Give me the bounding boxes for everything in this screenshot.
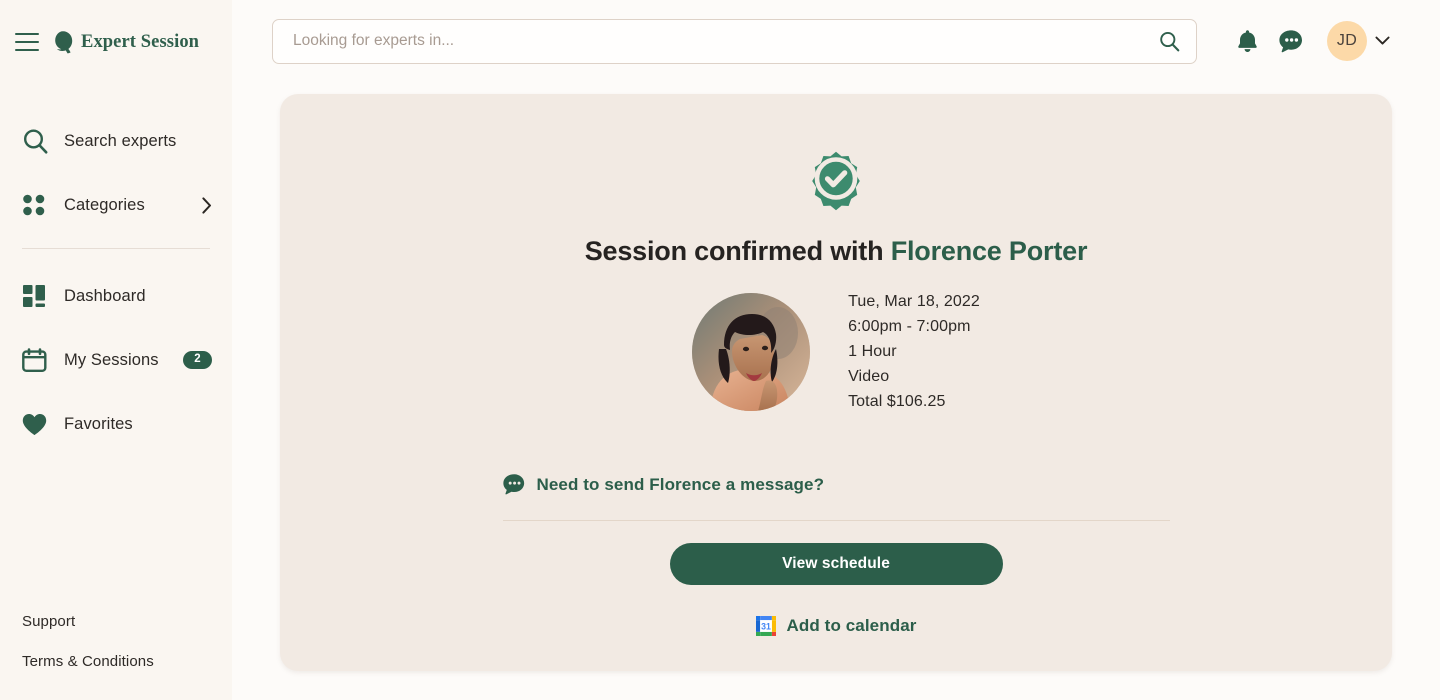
search-submit-button[interactable] [1154, 26, 1184, 56]
session-summary: Tue, Mar 18, 2022 6:00pm - 7:00pm 1 Hour… [692, 293, 980, 411]
top-bar: JD [232, 0, 1440, 82]
sidebar-item-label: Favorites [64, 414, 133, 433]
card-title-prefix: Session confirmed with [584, 236, 891, 266]
expert-name: Florence Porter [890, 236, 1088, 266]
add-to-calendar-link[interactable]: 31 Add to calendar [755, 616, 917, 636]
expert-session-q-mark-icon [55, 31, 73, 54]
google-calendar-icon: 31 [755, 616, 776, 636]
sidebar-item-dashboard[interactable]: Dashboard [0, 275, 232, 317]
expert-avatar-photo [692, 293, 811, 411]
main-content: JD Session confirmed with Florence Porte… [232, 0, 1440, 700]
session-duration: 1 Hour [848, 343, 897, 360]
top-bar-actions: JD [1225, 19, 1390, 63]
sidebar-item-search-experts[interactable]: Search experts [0, 120, 232, 162]
view-schedule-button[interactable]: View schedule [669, 543, 1003, 585]
send-message-label: Need to send Florence a message? [536, 474, 825, 494]
session-details: Tue, Mar 18, 2022 6:00pm - 7:00pm 1 Hour… [848, 293, 980, 411]
message-link-row: Need to send Florence a message? [502, 441, 1170, 496]
hamburger-menu-icon[interactable] [14, 29, 40, 55]
chat-bubble-icon [502, 474, 524, 495]
terms-and-conditions-link[interactable]: Terms & Conditions [22, 653, 232, 670]
status-badge: 2 [183, 350, 212, 370]
session-time: 6:00pm - 7:00pm [848, 318, 971, 335]
brand-logo[interactable]: Expert Session [52, 30, 199, 54]
sidebar-header: Expert Session [0, 0, 232, 84]
sidebar-item-label: My Sessions [64, 350, 159, 369]
session-total: Total $106.25 [848, 393, 946, 410]
chevron-down-icon[interactable] [1375, 36, 1390, 46]
grid-dots-icon [22, 193, 52, 217]
search-input[interactable] [293, 32, 1154, 50]
sidebar-item-my-sessions[interactable]: My Sessions 2 [0, 339, 232, 381]
sidebar-item-label: Search experts [64, 131, 177, 150]
sidebar-item-label: Dashboard [64, 286, 146, 305]
dashboard-icon [22, 284, 52, 308]
session-confirmation-card: Session confirmed with Florence Porter T… [280, 94, 1392, 671]
notifications-button[interactable] [1225, 19, 1269, 63]
search-bar[interactable] [272, 18, 1197, 64]
session-type: Video [848, 368, 890, 385]
user-menu[interactable]: JD [1327, 21, 1390, 61]
search-icon [22, 128, 52, 155]
sidebar-item-label: Categories [64, 195, 145, 214]
calendar-icon [22, 347, 52, 373]
verified-badge-check-icon [812, 151, 860, 211]
sidebar-divider [22, 248, 210, 249]
chat-bubble-icon [1278, 29, 1302, 52]
heart-icon [22, 413, 52, 436]
sidebar-item-favorites[interactable]: Favorites [0, 403, 232, 445]
session-date: Tue, Mar 18, 2022 [848, 293, 980, 310]
bell-icon [1237, 30, 1257, 52]
sidebar-footer: Support Terms & Conditions [0, 613, 232, 670]
avatar[interactable]: JD [1327, 21, 1367, 61]
sidebar-nav: Search experts Categories Dashboard My S… [0, 120, 232, 467]
add-to-calendar-label: Add to calendar [786, 616, 917, 635]
card-area: Session confirmed with Florence Porter T… [232, 82, 1440, 700]
brand-name: Expert Session [81, 31, 200, 52]
divider [502, 520, 1170, 521]
support-link[interactable]: Support [22, 613, 232, 630]
chevron-right-icon[interactable] [202, 196, 212, 214]
send-message-link[interactable]: Need to send Florence a message? [502, 473, 825, 496]
page-title: Session confirmed with Florence Porter [585, 236, 1088, 267]
sidebar: Expert Session Search experts Categories… [0, 0, 232, 700]
sidebar-item-categories[interactable]: Categories [0, 184, 232, 226]
search-icon [1159, 31, 1179, 51]
svg-text:31: 31 [761, 622, 771, 632]
messages-button[interactable] [1269, 19, 1313, 63]
